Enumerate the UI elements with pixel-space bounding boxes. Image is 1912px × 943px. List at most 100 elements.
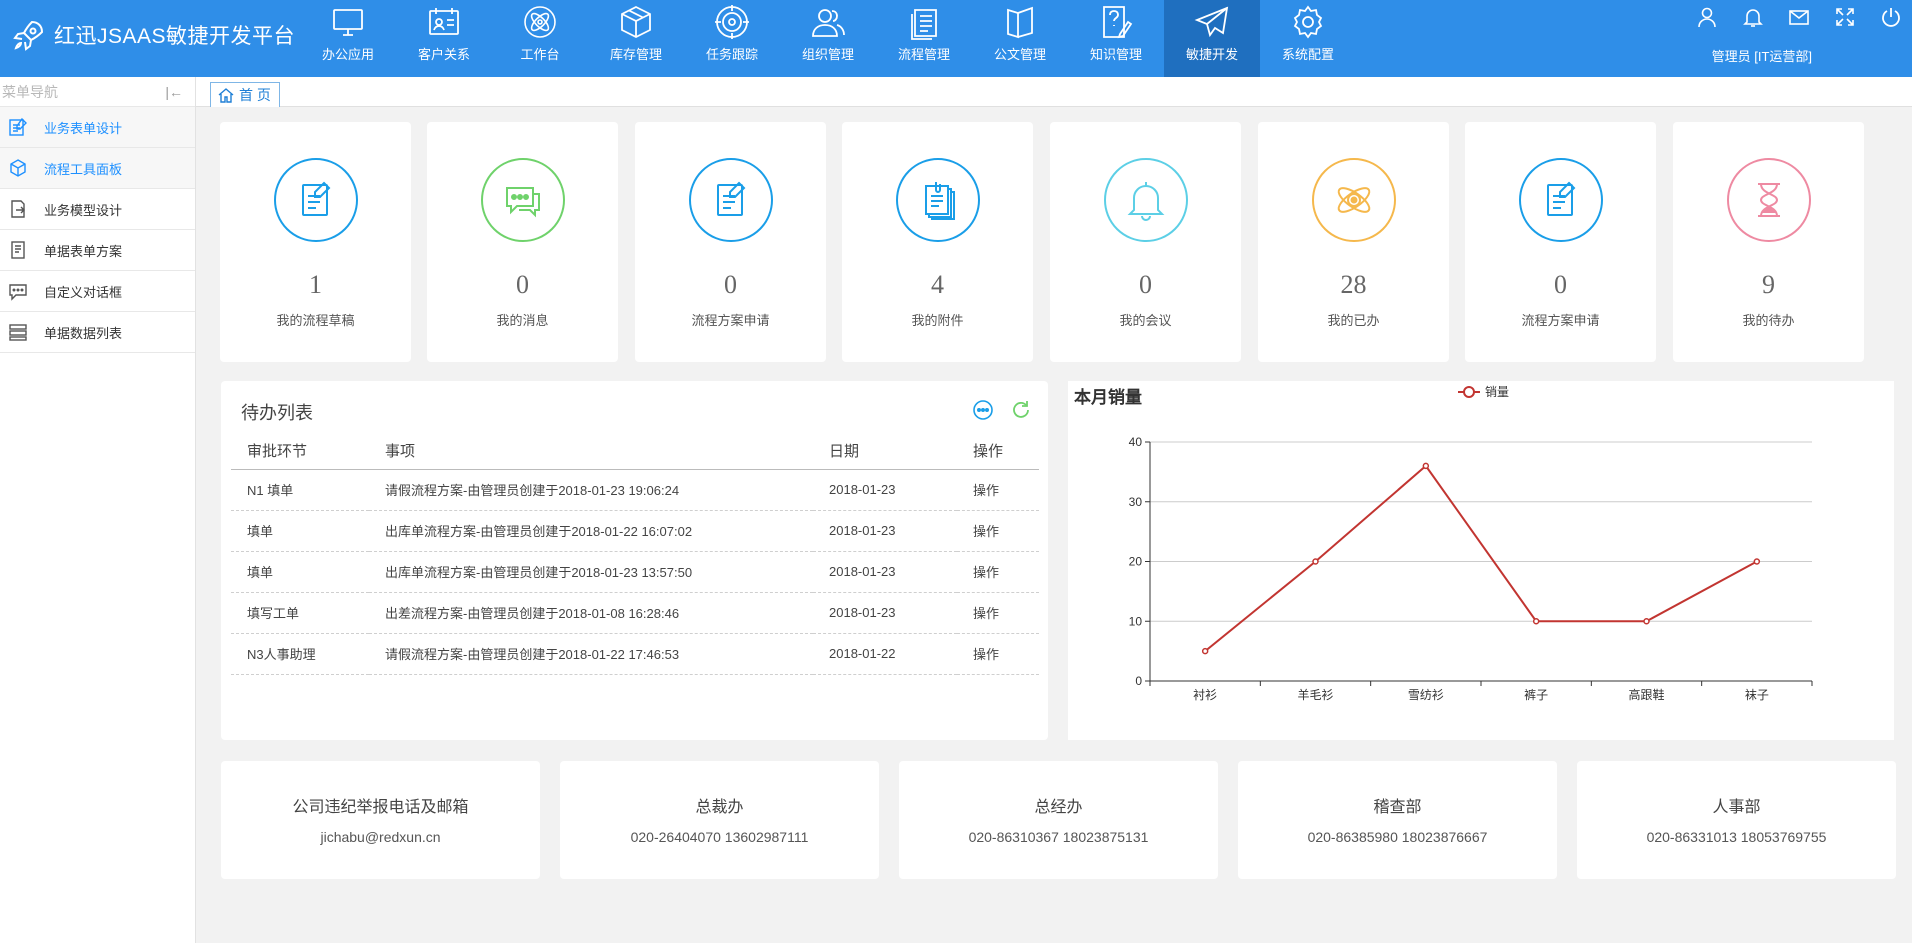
fullscreen-icon[interactable] [1834, 6, 1856, 28]
sidebar: 菜单导航 |← 业务表单设计 流程工具面板 业务模型设计 单据表单方案 自定义对… [0, 77, 196, 943]
users-icon [812, 9, 845, 37]
stat-card-attachments[interactable]: 4 我的附件 [842, 122, 1033, 362]
nav-item-agile-dev[interactable]: 敏捷开发 [1164, 0, 1260, 77]
form-edit-icon [9, 117, 27, 136]
cell-date: 2018-01-22 [813, 633, 957, 675]
table-row[interactable]: 填单 出库单流程方案-由管理员创建于2018-01-22 16:07:02 20… [231, 510, 1039, 552]
cell-item[interactable]: 出库单流程方案-由管理员创建于2018-01-23 13:57:50 [369, 551, 813, 593]
contact-card-gm: 总经办 020-86310367 18023875131 [899, 761, 1218, 879]
row-action-link[interactable]: 操作 [957, 551, 1039, 593]
stat-card-todo[interactable]: 9 我的待办 [1673, 122, 1864, 362]
user-icon[interactable] [1696, 6, 1718, 28]
x-tick-label: 羊毛衫 [1297, 687, 1333, 702]
x-tick-label: 袜子 [1745, 688, 1769, 702]
current-user[interactable]: 管理员 [IT运营部] [1712, 46, 1812, 65]
row-action-link[interactable]: 操作 [957, 469, 1039, 511]
nav-item-workflow[interactable]: 流程管理 [876, 0, 972, 77]
stat-value: 0 [724, 270, 737, 299]
more-icon[interactable] [972, 399, 994, 421]
stat-card-process-apply[interactable]: 0 流程方案申请 [635, 122, 826, 362]
nav-item-task-tracking[interactable]: 任务跟踪 [684, 0, 780, 77]
nav-item-org[interactable]: 组织管理 [780, 0, 876, 77]
edit-doc-icon [301, 181, 330, 216]
tab-bar: 首 页 [196, 77, 1912, 107]
stat-card-draft[interactable]: 1 我的流程草稿 [220, 122, 411, 362]
stat-card-meetings[interactable]: 0 我的会议 [1050, 122, 1241, 362]
contact-title: 人事部 [1712, 799, 1761, 816]
bell-icon[interactable] [1742, 6, 1764, 28]
stat-card-messages[interactable]: 0 我的消息 [427, 122, 618, 362]
mail-icon[interactable] [1788, 6, 1810, 28]
contact-value: 020-86385980 18023876667 [1307, 829, 1488, 845]
nav-item-documents[interactable]: 公文管理 [972, 0, 1068, 77]
nav-item-knowledge[interactable]: 知识管理 [1068, 0, 1164, 77]
sidebar-item-business-model[interactable]: 业务模型设计 [0, 189, 195, 230]
nav-item-inventory[interactable]: 库存管理 [588, 0, 684, 77]
cell-stage: 填写工单 [231, 592, 369, 634]
edit-doc-icon [1546, 181, 1575, 216]
col-header-date: 日期 [813, 433, 957, 470]
nav-item-label: 公文管理 [993, 47, 1046, 62]
contact-card-hr: 人事部 020-86331013 18053769755 [1577, 761, 1896, 879]
legend-label: 销量 [1485, 385, 1509, 399]
contact-title: 总裁办 [695, 799, 744, 816]
power-icon[interactable] [1880, 6, 1902, 28]
stat-value: 9 [1762, 270, 1775, 299]
stat-card-done[interactable]: 28 我的已办 [1258, 122, 1449, 362]
sidebar-item-form-design[interactable]: 业务表单设计 [0, 107, 195, 148]
sidebar-item-data-list[interactable]: 单据数据列表 [0, 312, 195, 353]
nav-item-office-apps[interactable]: 办公应用 [300, 0, 396, 77]
y-tick-label: 40 [1129, 435, 1143, 449]
cell-date: 2018-01-23 [813, 592, 957, 634]
todo-panel: 待办列表 审批环节 事项 日期 操作 N1 填单 请假流程方案-由管理员创建于2… [221, 381, 1048, 740]
sidebar-item-label: 业务表单设计 [44, 120, 123, 136]
todo-actions [972, 399, 1032, 421]
nav-item-workbench[interactable]: 工作台 [492, 0, 588, 77]
sidebar-item-process-tools[interactable]: 流程工具面板 [0, 148, 195, 189]
cell-date: 2018-01-23 [813, 510, 957, 552]
nav-item-crm[interactable]: 客户关系 [396, 0, 492, 77]
sales-line-chart: 本月销量 销量 0 10 20 30 40 衬衫 羊毛衫 雪纺衫 裤子 高跟鞋 袜子 [1074, 385, 1813, 702]
cell-item[interactable]: 出差流程方案-由管理员创建于2018-01-08 16:28:46 [369, 592, 813, 634]
row-action-link[interactable]: 操作 [957, 633, 1039, 675]
row-action-link[interactable]: 操作 [957, 592, 1039, 634]
data-point [1643, 618, 1650, 625]
nav-item-system-config[interactable]: 系统配置 [1260, 0, 1356, 77]
stat-icon-circle [1726, 158, 1811, 242]
table-row[interactable]: N3人事助理 请假流程方案-由管理员创建于2018-01-22 17:46:53… [231, 633, 1039, 675]
cell-stage: N3人事助理 [231, 633, 369, 675]
col-header-action: 操作 [957, 433, 1039, 470]
table-row[interactable]: 填写工单 出差流程方案-由管理员创建于2018-01-08 16:28:46 2… [231, 592, 1039, 634]
sidebar-item-form-scheme[interactable]: 单据表单方案 [0, 230, 195, 271]
brand[interactable]: 红迅JSAAS敏捷开发平台 [12, 18, 295, 52]
row-action-link[interactable]: 操作 [957, 510, 1039, 552]
y-tick-label: 0 [1135, 674, 1142, 688]
table-row[interactable]: N1 填单 请假流程方案-由管理员创建于2018-01-23 19:06:24 … [231, 469, 1039, 511]
data-point [1312, 558, 1319, 565]
table-row[interactable]: 填单 出库单流程方案-由管理员创建于2018-01-23 13:57:50 20… [231, 551, 1039, 593]
stat-card-process-apply-2[interactable]: 0 流程方案申请 [1465, 122, 1656, 362]
stat-icon-circle [688, 158, 773, 242]
main-nav: 办公应用 客户关系 工作台 库存管理 任务跟踪 组织管理 流程管理 公文管理 知… [300, 0, 1356, 77]
box-icon [621, 5, 651, 39]
sidebar-item-label: 业务模型设计 [44, 202, 123, 218]
refresh-icon[interactable] [1010, 399, 1032, 421]
cell-item[interactable]: 请假流程方案-由管理员创建于2018-01-23 19:06:24 [369, 469, 813, 511]
sidebar-item-custom-dialog[interactable]: 自定义对话框 [0, 271, 195, 312]
cell-stage: N1 填单 [231, 469, 369, 511]
app-title: 红迅JSAAS敏捷开发平台 [54, 25, 296, 48]
stat-value: 0 [1554, 270, 1567, 299]
cell-stage: 填单 [231, 551, 369, 593]
cell-item[interactable]: 请假流程方案-由管理员创建于2018-01-22 17:46:53 [369, 633, 813, 675]
data-list-icon [9, 324, 27, 341]
contact-card-report: 公司违纪举报电话及邮箱 jichabu@redxun.cn [221, 761, 540, 879]
nav-item-label: 工作台 [520, 47, 560, 62]
todo-table: 审批环节 事项 日期 操作 N1 填单 请假流程方案-由管理员创建于2018-0… [231, 433, 1039, 675]
collapse-sidebar-icon[interactable]: |← [165, 77, 183, 107]
y-tick-label: 30 [1129, 495, 1143, 509]
cell-item[interactable]: 出库单流程方案-由管理员创建于2018-01-22 16:07:02 [369, 510, 813, 552]
contact-title: 总经办 [1034, 799, 1083, 816]
data-point [1532, 618, 1540, 625]
stat-value: 28 [1340, 270, 1367, 299]
tab-home[interactable]: 首 页 [210, 82, 280, 107]
